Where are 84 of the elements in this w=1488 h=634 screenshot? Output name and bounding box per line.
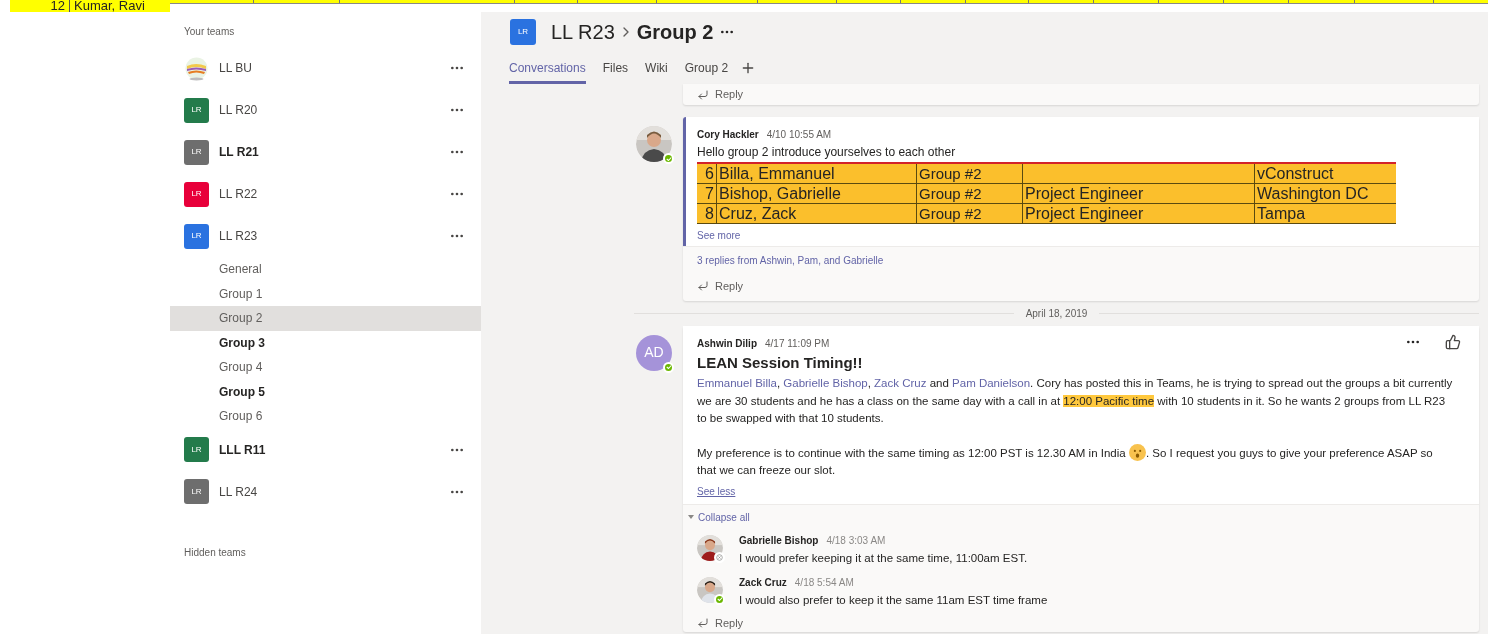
team-name: LL R23: [219, 228, 259, 245]
author-name: Ashwin Dilip: [697, 336, 757, 351]
message-text: My preference is to continue with the same timing as 12:00 PST is 12.30 AM in India . So I request you guys to give your preference ASAP so that we can freeze our slot.: [697, 444, 1465, 480]
worried-emoji-icon: [1128, 443, 1146, 461]
section-heading: Hidden teams: [184, 545, 246, 560]
team-name: LLL R11: [219, 441, 267, 459]
team-item[interactable]: LR LL R23: [170, 215, 481, 257]
date-divider: April 18, 2019: [1024, 306, 1089, 321]
tab[interactable]: Wiki: [645, 59, 668, 84]
timestamp: 4/10 10:55 AM: [766, 128, 832, 142]
channel-name: General: [219, 261, 262, 279]
spreadsheet-cell: Group #2: [917, 164, 1023, 183]
spreadsheet-cell: Billa, Emmanuel: [717, 164, 917, 183]
author-name: Cory Hackler: [697, 128, 759, 142]
reply-button[interactable]: Reply: [715, 278, 744, 295]
spreadsheet-cell-text: vConstruct: [1256, 164, 1335, 183]
reply-icon: [697, 280, 709, 293]
replies-link[interactable]: 3 replies from Ashwin, Pam, and Gabrielle: [697, 253, 884, 268]
timestamp: 4/18 3:03 AM: [826, 533, 886, 548]
tab[interactable]: Group 2: [684, 59, 729, 84]
caret-down-icon: [688, 515, 694, 519]
message-subject: LEAN Session Timing!!: [697, 352, 864, 373]
tab[interactable]: Conversations: [509, 59, 586, 84]
timestamp: 4/18 5:54 AM: [794, 575, 854, 590]
team-avatar: LR: [184, 479, 209, 504]
spreadsheet-cell: 8: [697, 204, 717, 223]
channel-item[interactable]: Group 2: [170, 306, 481, 331]
channel-title: Group 2: [636, 20, 714, 45]
team-avatar: LR: [184, 437, 209, 462]
reply-button[interactable]: Reply: [715, 86, 744, 103]
team-name: LL R24: [219, 483, 259, 501]
spreadsheet-cell: Group #2: [917, 204, 1023, 223]
mention-link[interactable]: Emmanuel Billa: [697, 377, 777, 389]
team-item[interactable]: LR LL R22: [170, 173, 481, 215]
team-item[interactable]: LR LLL R11: [170, 428, 481, 471]
tab[interactable]: Files: [602, 59, 629, 84]
team-avatar: LR: [184, 139, 209, 165]
spreadsheet-cell: Group #2: [917, 184, 1023, 203]
team-name: LL R22: [219, 186, 259, 203]
reply-icon: [697, 88, 709, 101]
collapse-all-link[interactable]: Collapse all: [698, 509, 750, 525]
see-more-link[interactable]: See more: [697, 228, 741, 243]
spreadsheet-cell-text: Washington DC: [1256, 184, 1370, 203]
team-avatar: LR: [184, 97, 209, 123]
channel-name: Group 2: [219, 310, 263, 328]
message-text: Hello group 2 introduce yourselves to each other: [697, 144, 957, 161]
user-avatar: AD: [636, 334, 672, 371]
spreadsheet-cell: Cruz, Zack: [717, 204, 917, 223]
mention-link[interactable]: Zack Cruz: [874, 377, 927, 389]
like-icon[interactable]: [1445, 333, 1461, 350]
mention-link[interactable]: Gabrielle Bishop: [783, 377, 868, 389]
spreadsheet-cell: Project Engineer: [1023, 184, 1255, 203]
team-avatar: LR: [184, 181, 209, 207]
see-less-link[interactable]: See less: [697, 483, 736, 499]
team-item[interactable]: LR LL R20: [170, 89, 481, 131]
team-item[interactable]: LR LL R24: [170, 470, 481, 513]
channel-name: Group 5: [219, 383, 265, 401]
team-name: LL R21: [219, 144, 260, 161]
spreadsheet-cell: Project Engineer: [1023, 204, 1255, 223]
channel-name: Group 1: [219, 285, 263, 303]
author-name: Gabrielle Bishop: [739, 533, 819, 548]
reply-button[interactable]: Reply: [715, 615, 744, 632]
spreadsheet-cell: 6: [697, 164, 717, 183]
team-avatar: LR: [184, 223, 209, 249]
channel-name: Group 4: [219, 359, 263, 377]
timestamp: 4/17 11:09 PM: [765, 336, 830, 351]
team-name: LL R20: [219, 102, 259, 119]
reply-icon: [697, 617, 709, 630]
channel-name: Group 3: [219, 334, 265, 352]
spreadsheet-cell-text: Kumar, Ravi: [73, 0, 145, 12]
spreadsheet-cell: Bishop, Gabrielle: [717, 184, 917, 203]
team-title: LL R23: [551, 20, 615, 45]
spreadsheet-cell-text: Tampa: [1256, 204, 1307, 223]
author-name: Zack Cruz: [739, 575, 787, 590]
spreadsheet-cell: 7: [697, 184, 717, 203]
team-avatar: LR: [510, 19, 536, 45]
message-text: Emmanuel Billa, Gabrielle Bishop, Zack Cruz and Pam Danielson. Cory has posted this in Teams, he is trying to spread out the groups a bit currently we are 30 students and he has a class on the same day with a call in at 12:00 Pacific time with 10 students in it. So he wants 2 groups from LL R23 to be swapped with that 10 students.: [697, 376, 1454, 426]
reply-text: I would also prefer to keep it the same 11am EST time frame: [739, 592, 1048, 608]
team-item[interactable]: LL BU: [170, 47, 481, 89]
section-heading: Your teams: [184, 25, 235, 39]
team-item[interactable]: LR LL R21: [170, 131, 481, 173]
reply-text: I would prefer keeping it at the same time, 11:00am EST.: [739, 550, 1028, 566]
channel-name: Group 6: [219, 408, 263, 426]
team-name: LL BU: [219, 60, 253, 77]
